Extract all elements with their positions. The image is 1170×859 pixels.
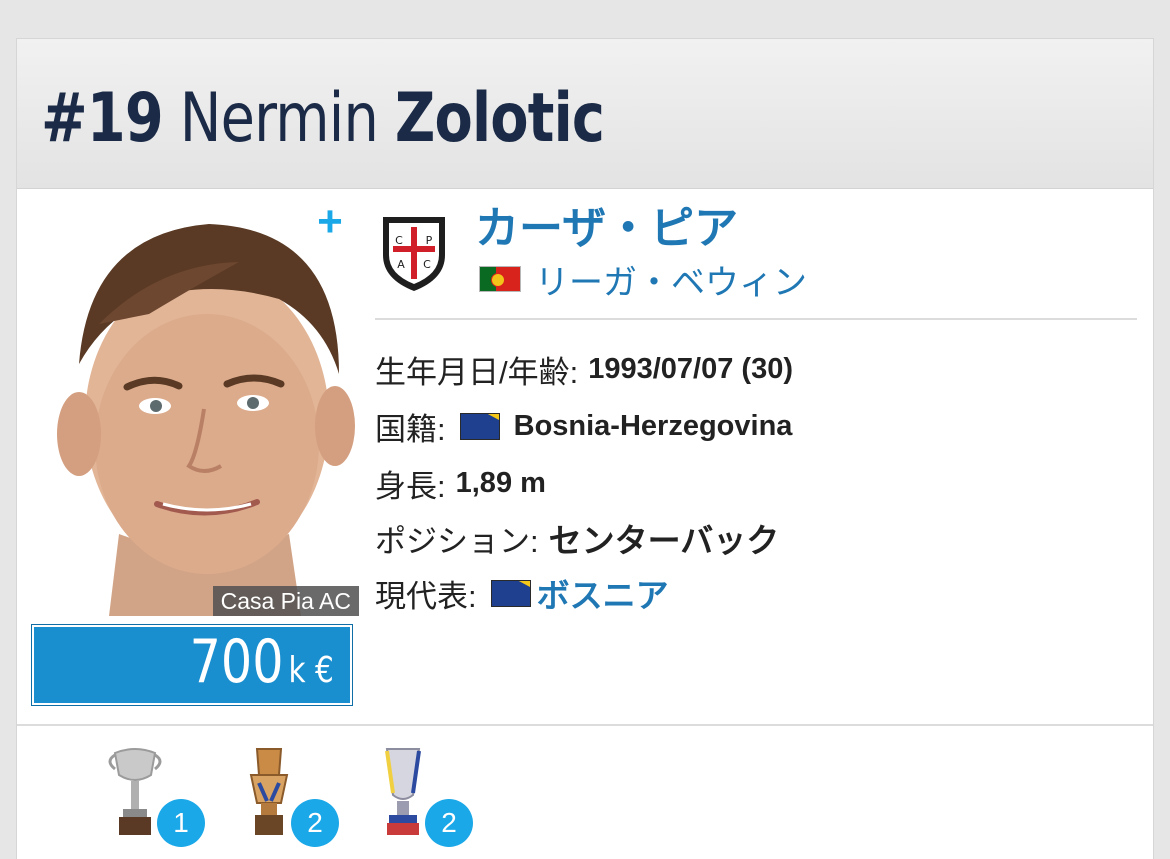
svg-text:A: A bbox=[397, 258, 405, 271]
nationality-value: Bosnia-Herzegovina bbox=[513, 409, 793, 442]
trophy-item[interactable]: 1 bbox=[105, 745, 205, 847]
club-name-link[interactable]: カーザ・ピア bbox=[475, 201, 738, 257]
player-photo: Casa Pia AC bbox=[39, 204, 359, 616]
birth-row: 生年月日/年齢: 1993/07/07 (30) bbox=[375, 347, 793, 391]
portugal-flag-icon bbox=[479, 266, 521, 292]
svg-text:C: C bbox=[423, 258, 431, 271]
player-first-name: Nermin bbox=[179, 79, 379, 158]
super-cup-trophy-icon bbox=[385, 748, 421, 835]
casa-pia-crest-icon[interactable]: C P A C bbox=[379, 213, 449, 293]
add-icon[interactable]: + bbox=[313, 200, 347, 244]
market-value-amount: 700 bbox=[189, 627, 284, 697]
national-team-link[interactable]: ボスニア bbox=[537, 569, 669, 617]
position-row: ポジション: センターバック bbox=[375, 516, 779, 560]
birth-value: 1993/07/07 (30) bbox=[588, 352, 794, 385]
position-label: ポジション: bbox=[375, 523, 539, 559]
player-portrait-image bbox=[39, 204, 359, 616]
league-trophy-icon bbox=[249, 748, 289, 835]
height-row: 身長: 1,89 m bbox=[375, 461, 546, 505]
market-value: 700 k € bbox=[190, 627, 334, 697]
bosnia-flag-icon bbox=[490, 579, 531, 607]
svg-text:P: P bbox=[426, 234, 433, 247]
player-card: #19 Nermin Zolotic Casa Pia AC 700 k € +… bbox=[16, 38, 1154, 859]
market-value-box[interactable]: 700 k € bbox=[31, 624, 353, 706]
nationality-label: 国籍: bbox=[375, 411, 446, 447]
bosnia-flag-icon bbox=[459, 412, 500, 440]
height-label: 身長: bbox=[375, 468, 446, 504]
player-title: #19 Nermin Zolotic bbox=[41, 79, 605, 159]
trophy-count-badge: 1 bbox=[157, 799, 205, 847]
trophy-item[interactable]: 2 bbox=[373, 745, 473, 847]
nationality-row: 国籍: Bosnia-Herzegovina bbox=[375, 404, 792, 448]
league-info: リーガ・ベウィン bbox=[479, 255, 807, 304]
birth-label: 生年月日/年齢: bbox=[375, 354, 579, 390]
info-divider bbox=[375, 318, 1137, 320]
trophy-count-badge: 2 bbox=[425, 799, 473, 847]
league-name-link[interactable]: リーガ・ベウィン bbox=[535, 255, 807, 304]
trophy-divider bbox=[17, 724, 1153, 726]
national-team-row: 現代表: ボスニア bbox=[375, 571, 669, 615]
height-value: 1,89 m bbox=[455, 466, 546, 499]
national-team-label: 現代表: bbox=[375, 578, 477, 614]
cup-trophy-icon bbox=[108, 748, 162, 835]
player-header: #19 Nermin Zolotic bbox=[17, 39, 1153, 189]
photo-caption: Casa Pia AC bbox=[212, 586, 359, 616]
player-last-name: Zolotic bbox=[394, 79, 605, 158]
trophy-item[interactable]: 2 bbox=[239, 745, 339, 847]
trophy-count-badge: 2 bbox=[291, 799, 339, 847]
shirt-number: #19 bbox=[41, 79, 164, 158]
position-value: センターバック bbox=[548, 522, 780, 559]
svg-text:C: C bbox=[395, 234, 403, 247]
market-value-unit: k € bbox=[288, 650, 334, 691]
